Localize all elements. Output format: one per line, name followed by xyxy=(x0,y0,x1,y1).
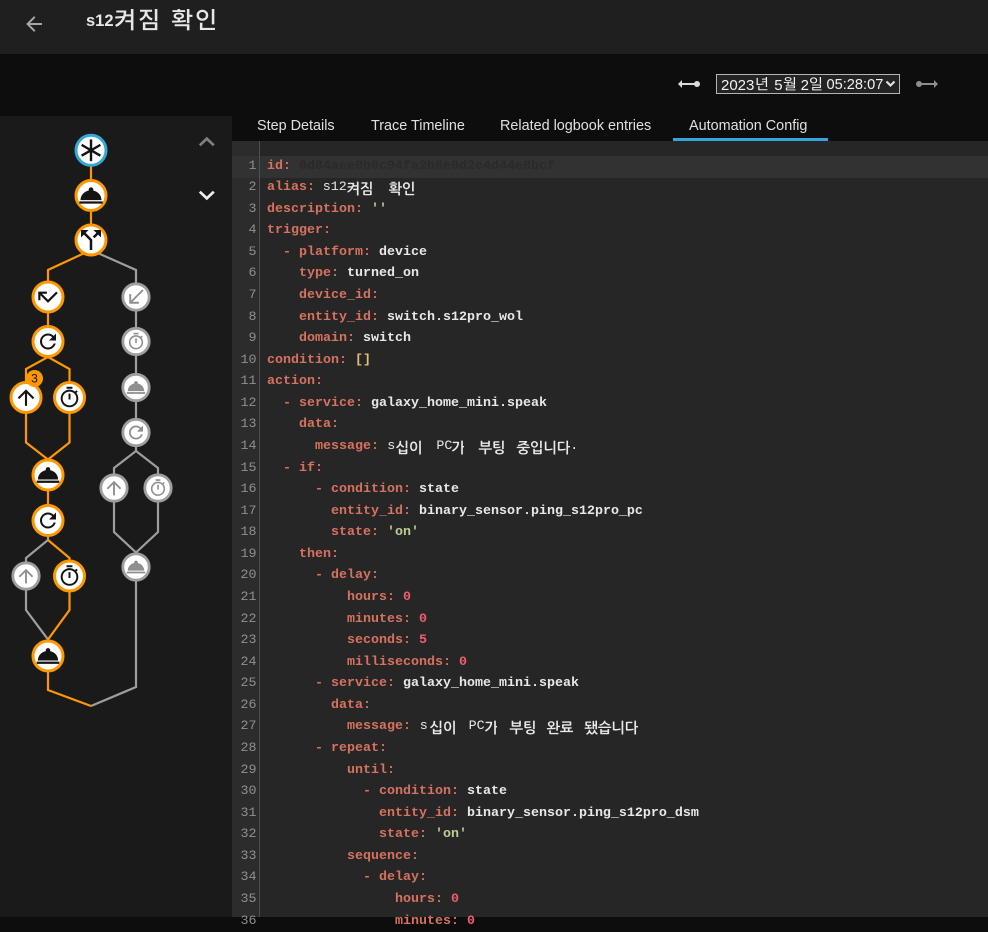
svg-text:3: 3 xyxy=(31,372,38,386)
